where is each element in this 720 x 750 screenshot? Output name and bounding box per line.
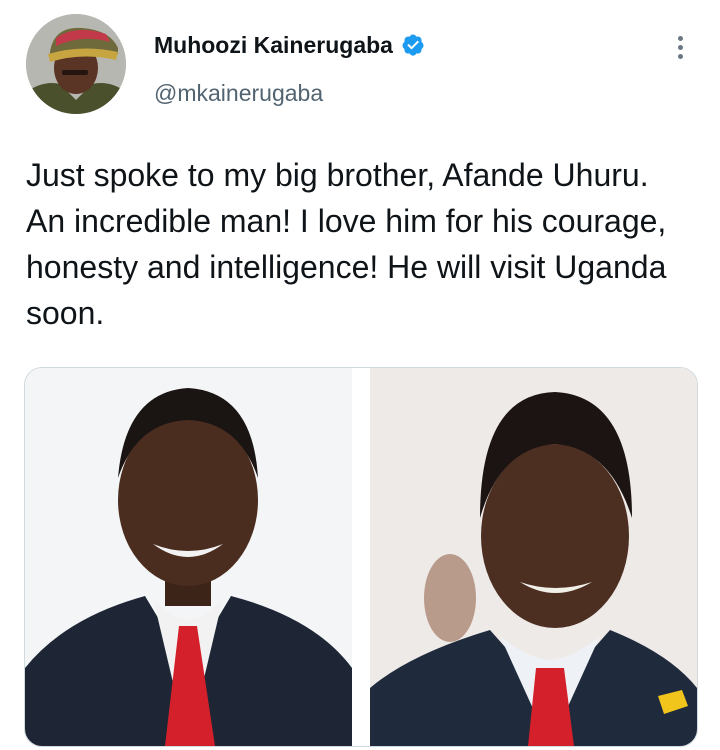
tweet-media-grid (24, 367, 698, 747)
dot (677, 44, 683, 50)
dot (677, 35, 683, 41)
author-display-name[interactable]: Muhoozi Kainerugaba (154, 32, 393, 59)
avatar-image (26, 14, 126, 114)
verified-badge-icon (401, 33, 425, 57)
author-handle[interactable]: @mkainerugaba (154, 80, 323, 107)
more-options-icon[interactable] (668, 30, 692, 64)
author-name-row: Muhoozi Kainerugaba (154, 30, 425, 60)
portrait-image (25, 368, 352, 746)
portrait-image (370, 368, 697, 746)
media-photo-1[interactable] (25, 368, 352, 746)
author-avatar[interactable] (26, 14, 126, 114)
dot (677, 53, 683, 59)
tweet-text: Just spoke to my big brother, Afande Uhu… (26, 157, 667, 331)
media-photo-2[interactable] (370, 368, 697, 746)
tweet[interactable]: Muhoozi Kainerugaba @mkainerugaba Just s… (0, 0, 720, 750)
